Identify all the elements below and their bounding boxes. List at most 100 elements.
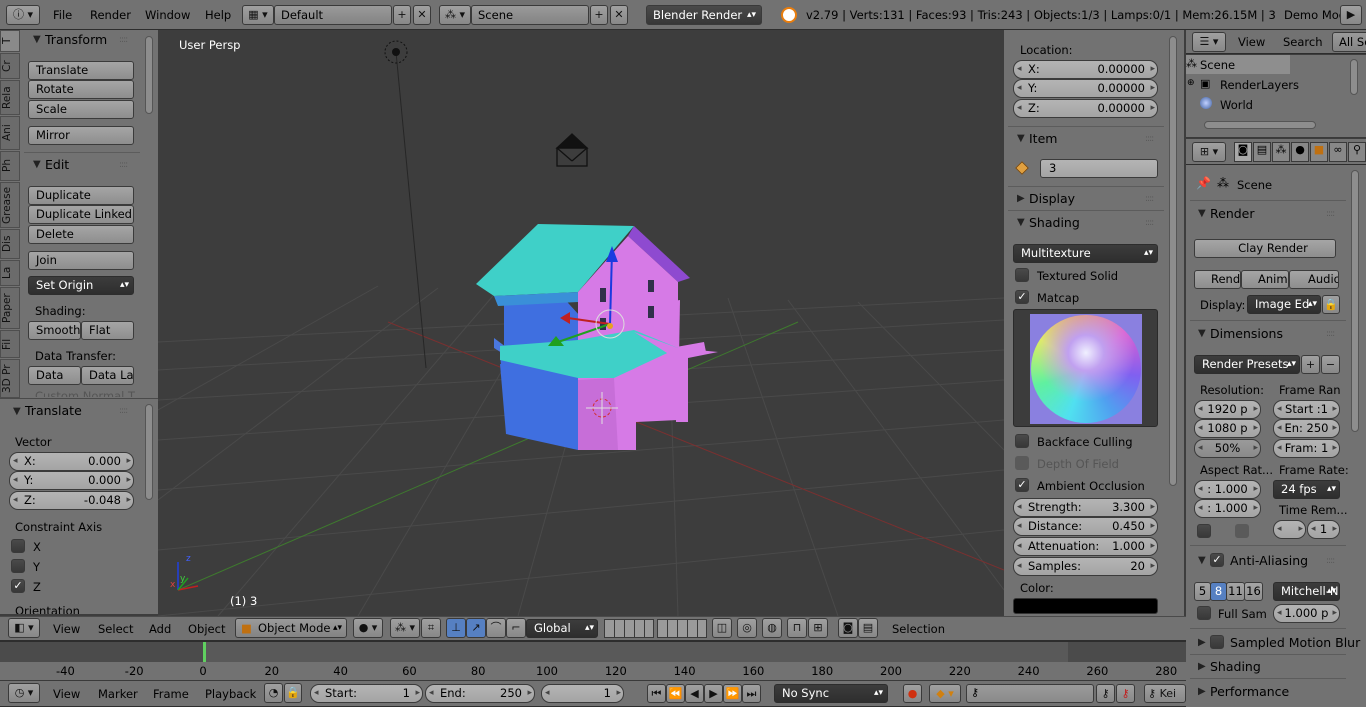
- ao-color-swatch[interactable]: [1013, 598, 1158, 614]
- item-panel-header[interactable]: Item: [1029, 131, 1057, 146]
- scale-manipulator-button[interactable]: ⌐: [506, 618, 526, 638]
- rotate-manipulator-button[interactable]: ⌒: [486, 618, 506, 638]
- editor-type-info-button[interactable]: ⓘ ▾: [6, 5, 40, 25]
- tab-scene-icon[interactable]: ⁂: [1272, 142, 1290, 162]
- aa-samples-16[interactable]: 16: [1244, 582, 1263, 601]
- screen-layout-field[interactable]: Default: [274, 5, 392, 25]
- resolution-y-field[interactable]: 1080 p: [1194, 419, 1261, 438]
- frame-step-field[interactable]: Fram: 1: [1273, 439, 1340, 458]
- drag-grip-icon[interactable]: ::::: [119, 406, 128, 416]
- tab-animation[interactable]: Ani: [0, 116, 20, 150]
- smooth-shading-button[interactable]: Smooth: [28, 321, 81, 340]
- anti-aliasing-checkbox[interactable]: ✓: [1210, 553, 1224, 567]
- scale-button[interactable]: Scale: [28, 100, 134, 119]
- viewport-shading-select[interactable]: ● ▾: [353, 618, 383, 638]
- textured-solid-checkbox[interactable]: [1015, 268, 1029, 282]
- sync-mode-select[interactable]: No Sync ▴▾: [774, 684, 888, 703]
- proportional-edit-button[interactable]: ◍: [762, 618, 782, 638]
- timeline-editor-type-button[interactable]: ◷ ▾: [8, 683, 40, 703]
- aspect-y-field[interactable]: : 1.000: [1194, 499, 1261, 518]
- frame-start-field[interactable]: Start :1: [1273, 400, 1340, 419]
- opengl-animation-button[interactable]: ▤: [858, 618, 878, 638]
- ao-samples-field[interactable]: Samples: 20: [1013, 557, 1158, 576]
- rotate-button[interactable]: Rotate: [28, 80, 134, 99]
- frame-end-field[interactable]: En: 250: [1273, 419, 1340, 438]
- snap-element-select[interactable]: ⊞: [808, 618, 828, 638]
- collapse-arrow-icon[interactable]: ▼: [13, 406, 21, 417]
- aa-samples-11[interactable]: 11: [1226, 582, 1245, 601]
- collapse-arrow-icon[interactable]: ▼: [1017, 217, 1025, 228]
- drag-grip-icon[interactable]: ::::: [1326, 556, 1335, 566]
- time-remap-new-field[interactable]: 1: [1307, 520, 1340, 539]
- translate-manipulator-button[interactable]: ↗: [466, 618, 486, 638]
- duplicate-linked-button[interactable]: Duplicate Linked: [28, 205, 134, 224]
- lock-time-button[interactable]: 🔒: [284, 683, 302, 703]
- remove-screen-button[interactable]: ✕: [413, 5, 431, 25]
- timeline-area[interactable]: -40 -20 0 20 40 60 80 100 120 140 160 180 200 220 240 2…: [0, 641, 1186, 681]
- frame-rate-select[interactable]: 24 fps ▴▾: [1273, 480, 1340, 499]
- ao-attenuation-field[interactable]: Attenuation: 1.000: [1013, 537, 1158, 556]
- render-preview-button[interactable]: ◎: [737, 618, 757, 638]
- tab-3d-print[interactable]: 3D Pr: [0, 359, 20, 398]
- menu-render[interactable]: Render: [90, 0, 131, 30]
- insert-keyframe-button[interactable]: ⚷: [1096, 684, 1115, 703]
- border-checkbox[interactable]: [1197, 524, 1211, 538]
- manipulate-center-button[interactable]: ⌗: [421, 618, 441, 638]
- matcap-checkbox[interactable]: ✓: [1015, 290, 1029, 304]
- ao-strength-field[interactable]: Strength: 3.300: [1013, 498, 1158, 517]
- properties-scrollbar[interactable]: [1169, 36, 1177, 486]
- opengl-render-button[interactable]: ◙: [838, 618, 858, 638]
- performance-panel-header[interactable]: Performance: [1210, 684, 1289, 699]
- motion-blur-panel-header[interactable]: Sampled Motion Blur: [1230, 635, 1360, 650]
- constraint-z-checkbox[interactable]: ✓: [11, 579, 25, 593]
- outliner-item-world[interactable]: World: [1220, 98, 1253, 112]
- tab-display[interactable]: Dis: [0, 229, 20, 259]
- tab-render-icon[interactable]: ◙: [1234, 142, 1252, 162]
- translate-operator-header[interactable]: Translate: [25, 403, 82, 418]
- set-origin-select[interactable]: Set Origin ▴▾: [28, 276, 134, 295]
- timeline-marker-menu[interactable]: Marker: [98, 687, 138, 701]
- select-menu[interactable]: Select: [98, 622, 133, 636]
- next-keyframe-button[interactable]: ⏩: [723, 684, 742, 703]
- render-properties-scrollbar[interactable]: [1351, 170, 1359, 432]
- properties-editor-type-button[interactable]: ⊞ ▾: [1192, 142, 1226, 162]
- play-audio-button[interactable]: Audio: [1289, 270, 1339, 289]
- aa-filter-select[interactable]: Mitchell-N ▴▾: [1273, 582, 1340, 601]
- aspect-x-field[interactable]: : 1.000: [1194, 480, 1261, 499]
- anti-aliasing-panel-header[interactable]: Anti-Aliasing: [1230, 553, 1308, 568]
- dimensions-panel-header[interactable]: Dimensions: [1210, 326, 1283, 341]
- flat-shading-button[interactable]: Flat: [81, 321, 134, 340]
- scene-layers-grid-1[interactable]: [604, 619, 654, 638]
- transform-orientation-select[interactable]: Global ▴▾: [526, 619, 598, 638]
- start-frame-field[interactable]: Start: 1: [310, 684, 423, 703]
- preview-range-button[interactable]: ◔: [264, 683, 283, 703]
- drag-grip-icon[interactable]: ::::: [1145, 218, 1154, 228]
- end-frame-field[interactable]: End: 250: [425, 684, 535, 703]
- location-y-field[interactable]: Y: 0.00000: [1013, 79, 1158, 98]
- vector-x-field[interactable]: X: 0.000: [9, 452, 134, 471]
- vector-z-field[interactable]: Z: -0.048: [9, 491, 134, 510]
- collapse-arrow-icon[interactable]: ▼: [1198, 328, 1206, 339]
- mirror-button[interactable]: Mirror: [28, 126, 134, 145]
- outliner-view-menu[interactable]: View: [1238, 35, 1265, 49]
- render-engine-select[interactable]: Blender Render ▴▾: [646, 5, 762, 25]
- display-panel-header[interactable]: Display: [1029, 191, 1075, 206]
- tab-world-icon[interactable]: ●: [1291, 142, 1309, 162]
- outliner-editor-type-button[interactable]: ☰ ▾: [1192, 32, 1226, 52]
- timeline-frame-menu[interactable]: Frame: [153, 687, 189, 701]
- shading-panel-header[interactable]: Shading: [1029, 215, 1080, 230]
- filter-size-field[interactable]: 1.000 p: [1273, 604, 1340, 623]
- aa-samples-5[interactable]: 5: [1194, 582, 1211, 601]
- resolution-percent-slider[interactable]: 50%: [1194, 439, 1261, 458]
- tab-file[interactable]: Fil: [0, 330, 20, 358]
- scene-field[interactable]: Scene: [471, 5, 589, 25]
- tab-object-icon[interactable]: ■: [1310, 142, 1328, 162]
- add-menu[interactable]: Add: [149, 622, 171, 636]
- object-menu[interactable]: Object: [188, 622, 225, 636]
- play-demo-button[interactable]: ▶: [1340, 5, 1362, 25]
- display-mode-select[interactable]: Image Ed ▴▾: [1247, 295, 1321, 314]
- lock-layers-button[interactable]: ◫: [712, 618, 732, 638]
- menu-file[interactable]: File: [53, 0, 72, 30]
- drag-grip-icon[interactable]: ::::: [1326, 209, 1335, 219]
- remove-scene-button[interactable]: ✕: [610, 5, 628, 25]
